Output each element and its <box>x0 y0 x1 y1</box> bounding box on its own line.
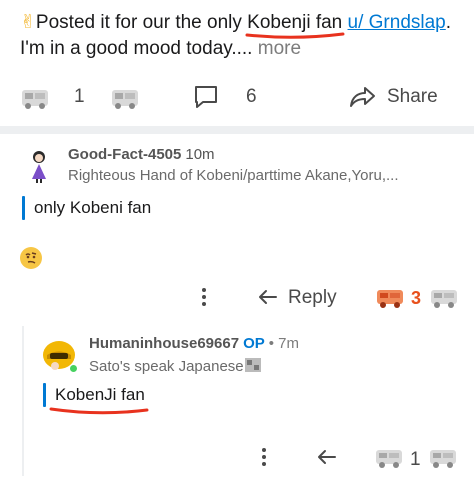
comment1-username[interactable]: Good-Fact-4505 <box>68 146 181 163</box>
upvote-sticker-icon[interactable] <box>374 445 404 469</box>
downvote-sticker-icon[interactable] <box>110 84 140 110</box>
comment1-body: only Kobeni fan <box>34 198 152 217</box>
online-status-dot <box>69 364 78 373</box>
post-text-mid: fan <box>310 12 348 33</box>
more-link[interactable]: more <box>258 38 301 59</box>
post-body[interactable]: ✌Posted it for our the only Kobenji fan … <box>20 10 460 62</box>
post-action-bar: 1 6 Share <box>0 82 474 112</box>
share-button[interactable]: Share <box>387 86 438 108</box>
comment1-flair: Righteous Hand of Kobeni/parttime Akane,… <box>68 167 399 184</box>
victory-hand-icon: ✌ <box>20 12 36 33</box>
post-text-before: Posted it for our the only <box>35 12 248 33</box>
comment2-time: • 7m <box>268 335 300 352</box>
comment2-username[interactable]: Humaninhouse69667 <box>89 335 239 352</box>
comment2-header: Humaninhouse69667 OP • 7m <box>89 335 299 352</box>
op-badge: OP <box>243 335 265 352</box>
reply-arrow-icon[interactable] <box>316 447 338 467</box>
flair-emoji-icon <box>244 358 261 372</box>
comment1-time: 10m <box>185 146 215 163</box>
raised-eyebrow-emoji-icon <box>20 247 42 269</box>
red-underline-mark <box>245 32 345 39</box>
comment2-body: KobenJi fan <box>43 385 149 415</box>
more-options-icon[interactable] <box>200 287 208 307</box>
comment2-flair: Sato's speak Japanese <box>89 357 262 375</box>
section-divider <box>0 126 474 134</box>
red-underline-mark <box>49 407 149 415</box>
comment1-header: Good-Fact-4505 10m <box>68 146 215 163</box>
upvote-count: 1 <box>74 86 85 107</box>
user-link[interactable]: u/ Grndslap <box>348 12 446 33</box>
reply-button[interactable]: Reply <box>288 287 337 309</box>
comment-bubble-icon[interactable] <box>193 84 219 110</box>
downvote-sticker-icon[interactable] <box>428 445 458 469</box>
thread-line[interactable] <box>22 326 24 476</box>
downvote-sticker-icon[interactable] <box>429 285 459 309</box>
share-arrow-icon[interactable] <box>348 84 376 110</box>
comment1-vote-count: 3 <box>411 288 422 308</box>
avatar-girl-icon[interactable] <box>28 149 50 183</box>
upvote-sticker-icon[interactable] <box>20 84 50 110</box>
comment2-vote-count: 1 <box>410 449 421 470</box>
reply-arrow-icon[interactable] <box>257 287 279 307</box>
highlighted-word: Kobenji <box>245 10 345 39</box>
award-sticker-icon[interactable] <box>375 285 405 309</box>
more-options-icon[interactable] <box>260 447 268 467</box>
comment-count: 6 <box>246 86 257 107</box>
